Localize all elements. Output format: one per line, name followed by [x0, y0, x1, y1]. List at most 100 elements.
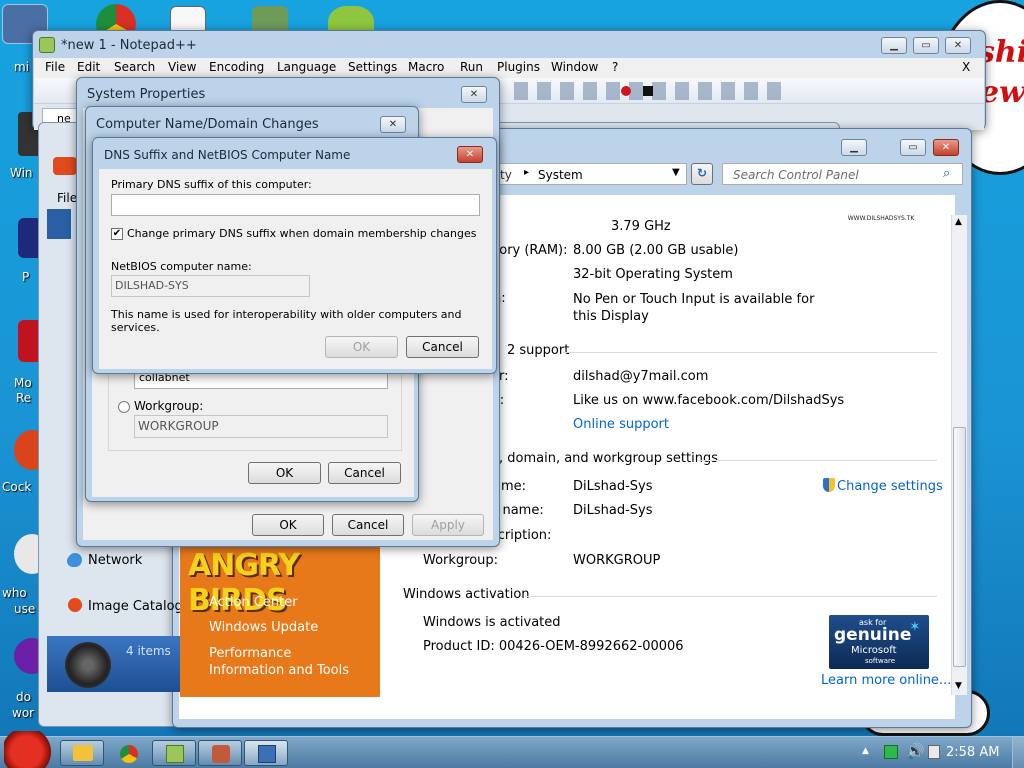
- shield-small-icon: [823, 478, 835, 492]
- notepad-menu-search[interactable]: Search: [114, 60, 155, 74]
- network-nav-icon: [68, 553, 82, 567]
- genuine-microsoft-badge[interactable]: ask for genuine ✶ Microsoft software: [829, 615, 929, 669]
- cp-full-name-value: DiLshad-Sys: [573, 503, 653, 518]
- dns-checkbox-label[interactable]: Change primary DNS suffix when domain me…: [127, 227, 477, 240]
- notepad-menu-window[interactable]: Window: [551, 60, 598, 74]
- cp-breadcrumb-fragment: ty: [500, 168, 512, 182]
- system-task-icon: [258, 745, 276, 763]
- notepad-app-icon: [39, 37, 55, 53]
- cp-change-settings-link[interactable]: Change settings: [837, 479, 943, 494]
- notepad-menu-run[interactable]: Run: [460, 60, 483, 74]
- chrome-task-icon: [120, 745, 138, 763]
- notepad-menu-language[interactable]: Language: [277, 60, 336, 74]
- cp-pen-value: No Pen or Touch Input is available for t…: [573, 292, 815, 324]
- stop-macro-icon[interactable]: [643, 86, 653, 96]
- cp-address-bar[interactable]: ty ▸ System ▼: [473, 163, 687, 185]
- dns-info-text: This name is used for interoperability w…: [111, 308, 462, 334]
- cp-address-dropdown-icon[interactable]: ▼: [672, 167, 680, 178]
- bg-window-icon: [53, 157, 77, 175]
- dns-netbios-label: NetBIOS computer name:: [111, 260, 252, 273]
- bg-window-menu-file[interactable]: File: [57, 191, 77, 205]
- sysprop-apply-button[interactable]: Apply: [412, 514, 484, 536]
- image-catalog-icon: [68, 598, 82, 612]
- dns-close-button[interactable]: ✕: [457, 146, 483, 163]
- taskbar-system-button[interactable]: [244, 740, 288, 766]
- star-icon: ✶: [909, 619, 921, 635]
- cp-vertical-scrollbar[interactable]: ▲ ▼: [951, 215, 967, 695]
- cp-systype-value: 32-bit Operating System: [573, 267, 733, 282]
- see-also-windows-update[interactable]: Windows Update: [209, 620, 318, 635]
- flag-tray-icon[interactable]: [928, 745, 940, 759]
- cp-computer-name-value: DiLshad-Sys: [573, 479, 653, 494]
- dns-suffix-dialog: DNS Suffix and NetBIOS Computer Name ✕ P…: [92, 137, 497, 374]
- dns-primary-label: Primary DNS suffix of this computer:: [111, 178, 312, 191]
- show-hidden-icons[interactable]: ▲: [862, 746, 869, 756]
- dns-cancel-button[interactable]: Cancel: [406, 336, 479, 358]
- dns-primary-input[interactable]: [111, 194, 480, 216]
- cp-close-button[interactable]: ✕: [933, 139, 959, 156]
- search-icon[interactable]: ⌕: [943, 166, 950, 181]
- notepad-menu-encoding[interactable]: Encoding: [209, 60, 264, 74]
- cp-minimize-button[interactable]: ▁: [841, 139, 867, 156]
- scroll-up-arrow-icon[interactable]: ▲: [955, 217, 962, 227]
- cp-facebook-value: Like us on www.facebook.com/DilshadSys: [573, 393, 845, 408]
- genuine-word: genuine: [834, 625, 912, 645]
- cp-description-label: scription:: [491, 528, 552, 543]
- notepad-menu-help[interactable]: ?: [612, 60, 618, 74]
- cp-ram-label: nory (RAM):: [491, 243, 568, 258]
- cp-learn-more-link[interactable]: Learn more online...: [821, 673, 951, 688]
- notepad-menu-view[interactable]: View: [168, 60, 196, 74]
- dns-title: DNS Suffix and NetBIOS Computer Name: [104, 148, 351, 162]
- notepad-menu-edit[interactable]: Edit: [77, 60, 100, 74]
- see-also-performance[interactable]: Performance Information and Tools: [209, 645, 369, 679]
- start-button-angry-bird-icon[interactable]: [4, 731, 54, 768]
- notepad-task-icon: [166, 745, 184, 763]
- dns-change-checkbox[interactable]: ✔: [111, 228, 123, 240]
- cp-breadcrumb-separator: ▸: [524, 167, 530, 178]
- cp-activation-divider: [525, 596, 937, 597]
- notepad-maximize-button[interactable]: ▭: [913, 37, 939, 54]
- taskbar-chrome-button[interactable]: [106, 740, 150, 766]
- cn-workgroup-field[interactable]: WORKGROUP: [134, 415, 388, 438]
- taskbar-app-button[interactable]: [198, 740, 242, 766]
- sysprop-close-button[interactable]: ✕: [461, 86, 487, 103]
- notepad-menu-macro[interactable]: Macro: [408, 60, 444, 74]
- dns-ok-button[interactable]: OK: [325, 336, 398, 358]
- taskbar-clock[interactable]: 2:58 AM: [946, 745, 999, 760]
- notepad-menu-plugins[interactable]: Plugins: [497, 60, 540, 74]
- cn-close-button[interactable]: ✕: [380, 116, 406, 133]
- cp-email-value: dilshad@y7mail.com: [573, 369, 709, 384]
- sysprop-cancel-button[interactable]: Cancel: [332, 514, 404, 536]
- cp-search-box[interactable]: Search Control Panel ⌕: [722, 163, 963, 185]
- cp-maximize-button[interactable]: ▭: [900, 139, 926, 156]
- notepad-close-button[interactable]: ✕: [945, 37, 971, 54]
- cp-full-name-label: r name:: [493, 503, 544, 518]
- cp-refresh-button[interactable]: ↻: [691, 163, 713, 185]
- cn-title: Computer Name/Domain Changes: [96, 117, 319, 132]
- see-also-action-center[interactable]: Action Center: [209, 595, 298, 610]
- cn-ok-button[interactable]: OK: [248, 462, 321, 484]
- cp-online-support-link[interactable]: Online support: [573, 417, 669, 432]
- tools-task-icon: [212, 745, 230, 763]
- volume-icon[interactable]: 🔊: [906, 742, 925, 760]
- cn-cancel-button[interactable]: Cancel: [328, 462, 401, 484]
- show-desktop-button[interactable]: [1012, 737, 1024, 768]
- notepad-doc-close[interactable]: X: [962, 60, 970, 74]
- record-macro-icon[interactable]: [621, 86, 631, 96]
- taskbar-notepad-button[interactable]: [152, 740, 196, 766]
- taskbar-explorer-button[interactable]: [60, 740, 104, 766]
- cp-domain-divider: [699, 460, 937, 461]
- notepad-menu-settings[interactable]: Settings: [348, 60, 397, 74]
- nav-image-catalog[interactable]: Image Catalog: [88, 599, 183, 614]
- cp-ram-value: 8.00 GB (2.00 GB usable): [573, 243, 739, 258]
- sysprop-ok-button[interactable]: OK: [252, 514, 324, 536]
- cn-workgroup-radio[interactable]: [118, 401, 130, 413]
- cp-breadcrumb-system[interactable]: System: [538, 168, 583, 182]
- scroll-down-arrow-icon[interactable]: ▼: [955, 681, 962, 691]
- notepad-menu-file[interactable]: File: [45, 60, 65, 74]
- cn-workgroup-value: WORKGROUP: [138, 419, 219, 433]
- nav-network[interactable]: Network: [88, 553, 142, 568]
- cp-scrollbar-thumb[interactable]: [953, 427, 966, 667]
- network-tray-icon[interactable]: [884, 745, 898, 759]
- notepad-minimize-button[interactable]: ▁: [881, 37, 907, 54]
